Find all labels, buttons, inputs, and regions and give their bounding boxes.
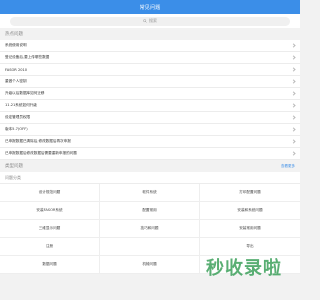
watermark-logo: 秒收录啦 — [206, 258, 282, 279]
category-cell[interactable]: 技巧和问题 — [100, 220, 200, 238]
category-label: 三维显示问题 — [38, 226, 61, 230]
category-label: 设计规范问题 — [38, 190, 61, 194]
category-cell[interactable]: 配置常用 — [100, 202, 200, 220]
hot-question-item[interactable]: 版本5.7(OFF) — [0, 124, 300, 136]
search-icon — [143, 19, 147, 23]
category-cell[interactable]: 安装和系统问题 — [200, 202, 300, 220]
hot-question-label: FASOR 2010 — [5, 67, 28, 72]
hot-question-list: 系统使用说明 登记设备后,要上传哪些数据 FASOR 2010 重做个人密钥 升… — [0, 40, 300, 160]
category-section-title: 类型问题 — [5, 164, 23, 169]
category-cell[interactable]: 软件系统 — [100, 184, 200, 202]
hot-question-item[interactable]: 设定管理员权限 — [0, 112, 300, 124]
hot-question-label: 已申报数据后修改数据后需要重新申报的问题 — [5, 151, 77, 155]
chevron-right-icon — [291, 151, 296, 156]
view-more-link[interactable]: 查看更多 — [281, 164, 295, 169]
category-label: 技巧和问题 — [140, 226, 159, 230]
category-cell[interactable]: 三维显示问题 — [0, 220, 100, 238]
chevron-right-icon — [291, 43, 296, 48]
hot-question-item[interactable]: FASOR 2010 — [0, 64, 300, 76]
category-cell[interactable] — [100, 238, 200, 256]
hot-question-label: 升级以后数据库如何迁移 — [5, 91, 45, 95]
chevron-right-icon — [291, 139, 296, 144]
page-title: 常见问题 — [139, 4, 161, 11]
chevron-right-icon — [291, 103, 296, 108]
category-label: 机械问题 — [142, 262, 157, 266]
chevron-right-icon — [291, 127, 296, 132]
category-cell[interactable]: 数据问题 — [0, 256, 100, 274]
hot-question-label: 设定管理员权限 — [5, 115, 31, 119]
category-cell[interactable]: 机械问题 — [100, 256, 200, 274]
chevron-right-icon — [291, 67, 296, 72]
category-section-header: 类型问题 查看更多 — [0, 160, 300, 172]
hot-question-item[interactable]: 11.21系统如何升级 — [0, 100, 300, 112]
category-cell[interactable]: 设计规范问题 — [0, 184, 100, 202]
app-header: 常见问题 — [0, 0, 300, 14]
hot-question-label: 登记设备后,要上传哪些数据 — [5, 55, 50, 59]
category-label: 数据问题 — [42, 262, 57, 266]
hot-question-label: 系统使用说明 — [5, 43, 27, 47]
category-cell[interactable]: 安装常用问题 — [200, 220, 300, 238]
category-label: 安装FASOR系统 — [36, 208, 63, 212]
category-subtitle: 问题分类 — [0, 172, 300, 184]
chevron-right-icon — [291, 91, 296, 96]
category-cell[interactable]: 打印配置问题 — [200, 184, 300, 202]
hot-question-item[interactable]: 升级以后数据库如何迁移 — [0, 88, 300, 100]
category-label: 配置常用 — [142, 208, 157, 212]
search-placeholder: 搜索 — [149, 18, 157, 23]
hot-question-item[interactable]: 已申报数据已清除后,修改数据后再次申报 — [0, 136, 300, 148]
category-cell[interactable]: 安装FASOR系统 — [0, 202, 100, 220]
hot-question-label: 已申报数据已清除后,修改数据后再次申报 — [5, 139, 71, 143]
category-label: 安装常用问题 — [239, 226, 261, 230]
search-bar: 搜索 — [0, 14, 300, 28]
category-label: 导出 — [246, 244, 254, 248]
hot-question-item[interactable]: 登记设备后,要上传哪些数据 — [0, 52, 300, 64]
chevron-right-icon — [291, 115, 296, 120]
category-label: 安装和系统问题 — [237, 208, 263, 212]
chevron-right-icon — [291, 55, 296, 60]
hot-section-header: 热点问题 — [0, 28, 300, 40]
hot-question-label: 版本5.7(OFF) — [5, 127, 28, 131]
category-label: 注册 — [45, 244, 54, 248]
category-label: 软件系统 — [142, 190, 157, 194]
hot-question-label: 11.21系统如何升级 — [5, 103, 37, 107]
hot-section-title: 热点问题 — [5, 32, 23, 37]
category-subtitle-label: 问题分类 — [5, 174, 21, 180]
search-input[interactable]: 搜索 — [10, 16, 290, 26]
hot-question-item[interactable]: 系统使用说明 — [0, 40, 300, 52]
category-label: 打印配置问题 — [239, 190, 261, 194]
chevron-right-icon — [291, 79, 296, 84]
hot-question-item[interactable]: 已申报数据后修改数据后需要重新申报的问题 — [0, 148, 300, 160]
hot-question-item[interactable]: 重做个人密钥 — [0, 76, 300, 88]
category-cell[interactable]: 注册 — [0, 238, 100, 256]
hot-question-label: 重做个人密钥 — [5, 79, 27, 83]
